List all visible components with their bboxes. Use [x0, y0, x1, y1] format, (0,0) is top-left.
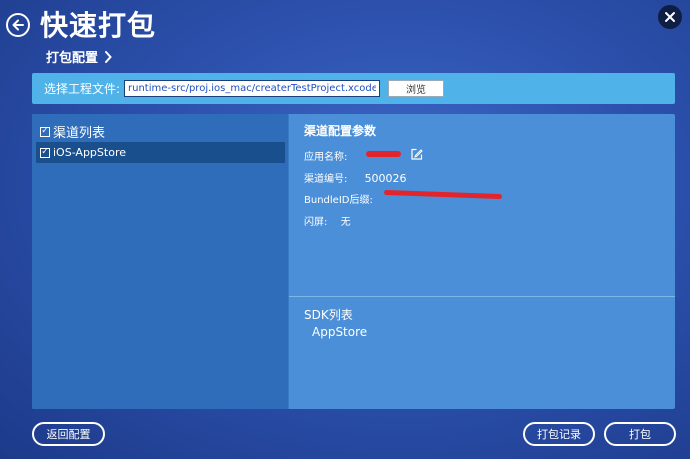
build-history-button[interactable]: 打包记录 — [523, 422, 595, 446]
redaction-mark — [366, 151, 401, 157]
channel-id-label: 渠道编号: — [304, 174, 348, 185]
app-name-row: 应用名称: — [304, 148, 347, 163]
project-file-label: 选择工程文件: — [44, 82, 121, 96]
close-icon — [665, 12, 675, 22]
back-button[interactable] — [6, 13, 30, 37]
channel-checkbox[interactable]: ✓ — [40, 147, 50, 158]
splash-row: 闪屏: 无 — [304, 213, 351, 228]
bundle-suffix-row: BundleID后缀: — [304, 191, 373, 206]
breadcrumb-label: 打包配置 — [46, 51, 99, 66]
channel-id-row: 渠道编号: 500026 — [304, 170, 407, 185]
browse-button[interactable]: 浏览 — [388, 80, 444, 97]
channel-item-ios-appstore[interactable]: ✓ iOS-AppStore — [36, 142, 285, 163]
sdk-item[interactable]: AppStore — [312, 325, 367, 339]
project-file-bar: 选择工程文件: 浏览 — [32, 73, 675, 104]
redaction-mark — [383, 189, 503, 200]
channel-list-header: ✓ 渠道列表 — [40, 122, 105, 141]
channel-list-panel: ✓ 渠道列表 ✓ iOS-AppStore — [32, 114, 288, 409]
project-file-input[interactable] — [124, 80, 380, 97]
bundle-suffix-label: BundleID后缀: — [304, 195, 373, 206]
app-name-label: 应用名称: — [304, 152, 348, 163]
breadcrumb[interactable]: 打包配置 — [46, 47, 112, 66]
main-panel: ✓ 渠道列表 ✓ iOS-AppStore 渠道配置参数 应用名称: 渠道编号:… — [32, 114, 675, 409]
channel-config-title: 渠道配置参数 — [304, 124, 377, 138]
close-button[interactable] — [658, 5, 682, 29]
select-all-checkbox[interactable]: ✓ — [40, 126, 50, 137]
channel-item-label: iOS-AppStore — [53, 146, 126, 159]
page-title: 快速打包 — [40, 9, 157, 42]
column-divider — [288, 114, 289, 409]
chevron-right-icon — [105, 50, 112, 63]
channel-id-value: 500026 — [364, 172, 407, 185]
build-button[interactable]: 打包 — [604, 422, 676, 446]
back-to-config-button[interactable]: 返回配置 — [32, 422, 105, 446]
arrow-left-icon — [12, 19, 24, 31]
sdk-list-title: SDK列表 — [304, 308, 353, 322]
section-divider — [289, 296, 675, 297]
edit-icon[interactable] — [410, 148, 423, 161]
splash-value: 无 — [340, 217, 351, 228]
channel-list-title: 渠道列表 — [53, 126, 106, 141]
splash-label: 闪屏: — [304, 217, 328, 228]
